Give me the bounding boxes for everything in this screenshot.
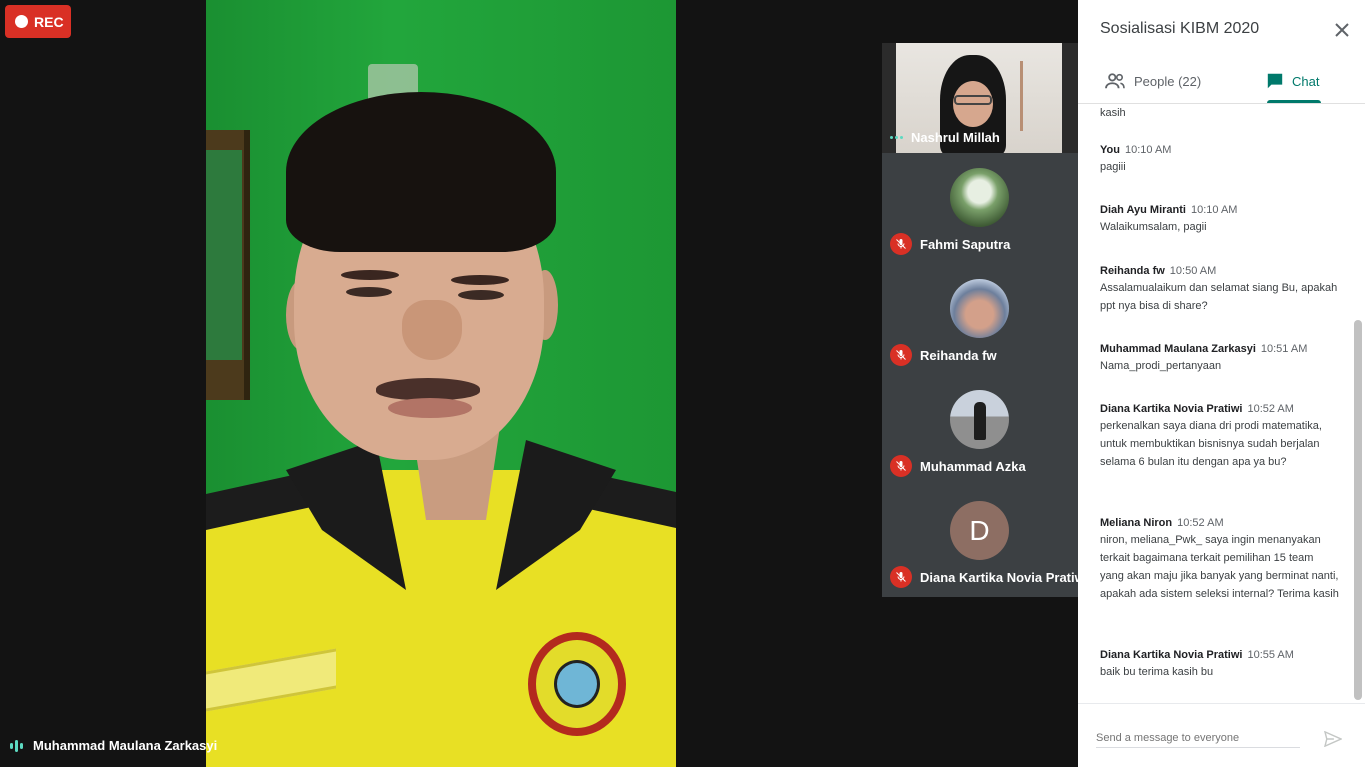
main-speaker-label: Muhammad Maulana Zarkasyi [10, 738, 217, 753]
message-sender: Diana Kartika Novia Pratiwi [1100, 649, 1243, 661]
chat-message-input[interactable] [1096, 728, 1300, 748]
message-time: 10:55 AM [1247, 649, 1294, 661]
message-sender: Diana Kartika Novia Pratiwi [1100, 403, 1243, 415]
chat-message: Reihanda fw 10:50 AM Assalamualaikum dan … [1100, 265, 1340, 315]
chat-message: Meliana Niron 10:52 AM niron, meliana_Pwk… [1100, 517, 1340, 603]
message-time: 10:52 AM [1177, 517, 1224, 529]
chat-messages: kasih You 10:10 AM pagiii Diah Ayu Mirant… [1078, 104, 1365, 702]
message-text: kasih [1100, 107, 1126, 119]
participant-tiles: Nashrul Millah Fahmi Saputra Reihanda fw [882, 43, 1088, 597]
chat-scrollbar[interactable] [1354, 320, 1362, 700]
send-icon [1324, 731, 1342, 747]
message-sender: Muhammad Maulana Zarkasyi [1100, 343, 1256, 355]
meeting-stage: REC Muhammad Maulana Zarkasyi Nashrul Mi… [0, 0, 1088, 767]
main-speaker-video [206, 0, 676, 767]
send-button[interactable] [1322, 728, 1344, 750]
message-text: perkenalkan saya diana dri prodi matemat… [1100, 420, 1322, 468]
participant-tile[interactable]: Reihanda fw [882, 264, 1078, 374]
mic-off-icon [890, 455, 912, 477]
participant-name: Diana Kartika Novia Pratiwi [920, 569, 1089, 585]
chat-icon [1267, 73, 1283, 89]
avatar: D [950, 501, 1009, 560]
participant-name: Fahmi Saputra [920, 236, 1011, 252]
message-text: Walaikumsalam, pagii [1100, 221, 1207, 233]
chat-message: You 10:10 AM pagiii [1100, 144, 1340, 176]
message-sender: Meliana Niron [1100, 517, 1173, 529]
tab-chat-label: Chat [1292, 73, 1320, 89]
message-time: 10:10 AM [1124, 144, 1172, 156]
main-speaker-name: Muhammad Maulana Zarkasyi [33, 738, 218, 753]
people-icon [1105, 73, 1125, 89]
avatar [950, 168, 1009, 227]
message-time: 10:50 AM [1169, 265, 1217, 277]
participant-name-row: Muhammad Azka [890, 455, 1026, 477]
mic-off-icon [890, 344, 912, 366]
participant-name-row: Nashrul Millah [890, 130, 1000, 145]
participant-name: Reihanda fw [920, 347, 997, 363]
participant-name: Muhammad Azka [920, 458, 1026, 474]
participant-name-row: Reihanda fw [890, 344, 997, 366]
side-panel: Sosialisasi KIBM 2020 People (22) Chat k… [1078, 0, 1365, 767]
message-time: 10:10 AM [1190, 204, 1238, 216]
avatar [950, 279, 1009, 338]
participant-name: Nashrul Millah [911, 130, 1000, 145]
message-time: 10:52 AM [1247, 403, 1294, 415]
chat-composer [1078, 703, 1365, 767]
speaking-indicator-icon [10, 739, 23, 752]
participant-tile[interactable]: Nashrul Millah [882, 43, 1078, 153]
tab-people[interactable]: People (22) [1104, 58, 1201, 104]
participant-name-row: Fahmi Saputra [890, 233, 1010, 255]
meeting-title: Sosialisasi KIBM 2020 [1100, 20, 1260, 37]
message-text: baik bu terima kasih bu [1100, 666, 1214, 678]
close-panel-button[interactable] [1330, 18, 1354, 42]
message-text: Assalamualaikum dan selamat siang Bu, ap… [1100, 282, 1338, 312]
mic-off-icon [890, 233, 912, 255]
participant-name-row: Diana Kartika Novia Pratiwi [890, 566, 1088, 588]
participant-tile[interactable]: Muhammad Azka [882, 375, 1078, 485]
chat-message: Muhammad Maulana Zarkasyi 10:51 AM Nama_p… [1100, 343, 1340, 375]
chat-message: Diana Kartika Novia Pratiwi 10:55 AM baik… [1100, 649, 1340, 681]
record-dot-icon [15, 15, 28, 28]
close-icon [1335, 23, 1349, 37]
chat-message: Diana Kartika Novia Pratiwi 10:52 AM perk… [1100, 403, 1340, 471]
message-time: 10:51 AM [1260, 343, 1308, 355]
recording-label: REC [34, 13, 64, 30]
message-sender: Diah Ayu Miranti [1100, 204, 1186, 216]
message-text: pagiii [1100, 161, 1126, 173]
active-tab-indicator [1267, 100, 1321, 103]
message-sender: You [1100, 144, 1120, 156]
tab-chat[interactable]: Chat [1266, 58, 1319, 104]
mic-off-icon [890, 566, 912, 588]
avatar-letter: D [969, 514, 990, 546]
message-text: Nama_prodi_pertanyaan [1100, 360, 1222, 372]
panel-tabs: People (22) Chat [1078, 58, 1365, 104]
message-text: niron, meliana_Pwk_ saya ingin menanyaka… [1100, 534, 1339, 600]
participant-tile[interactable]: D Diana Kartika Novia Pratiwi [882, 486, 1088, 596]
participant-tile[interactable]: Fahmi Saputra [882, 153, 1078, 263]
avatar [950, 390, 1009, 449]
message-sender: Reihanda fw [1100, 265, 1165, 277]
chat-message-partial: kasih [1100, 104, 1340, 122]
recording-badge: REC [5, 5, 71, 38]
speaking-dots-icon [890, 136, 903, 139]
tab-people-label: People (22) [1134, 73, 1202, 89]
chat-message: Diah Ayu Miranti 10:10 AM Walaikumsalam, … [1100, 204, 1340, 236]
